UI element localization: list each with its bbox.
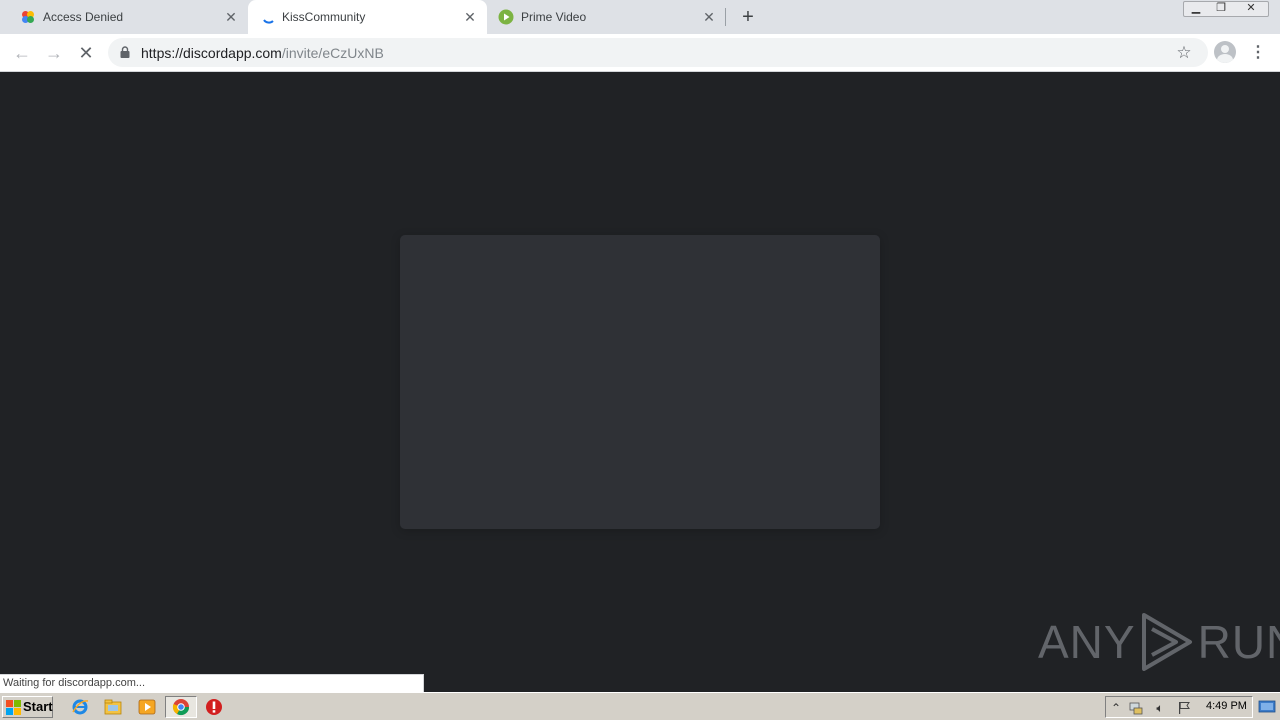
close-tab-icon[interactable]: ✕ <box>462 9 478 25</box>
new-tab-button[interactable]: + <box>737 6 759 28</box>
stop-loading-button[interactable]: ✕ <box>74 41 98 65</box>
avatar-body <box>1217 54 1233 63</box>
bookmark-star-icon[interactable]: ☆ <box>1174 43 1194 63</box>
restore-icon: ❐ <box>1216 2 1226 14</box>
start-button[interactable]: Start <box>2 696 53 718</box>
profile-avatar[interactable] <box>1214 41 1236 63</box>
tab-prime-video[interactable]: Prime Video ✕ <box>487 0 726 34</box>
network-icon[interactable] <box>1128 700 1144 716</box>
restore-button[interactable]: ❐ <box>1208 0 1234 18</box>
address-bar[interactable]: https://discordapp.com/invite/eCzUxNB ☆ <box>108 38 1208 67</box>
tab-kisscommunity[interactable]: KissCommunity ✕ <box>248 0 487 34</box>
url-host: https://discordapp.com <box>141 45 282 61</box>
windows-logo-icon <box>6 700 21 715</box>
play-logo-icon <box>1141 613 1192 671</box>
tab-title: Access Denied <box>43 10 124 24</box>
avatar-head <box>1221 45 1229 53</box>
url-text: https://discordapp.com/invite/eCzUxNB <box>141 45 384 61</box>
clock[interactable]: 4:49 PM <box>1206 700 1247 712</box>
volume-icon[interactable]: 🔈︎ <box>1152 700 1168 716</box>
browser-toolbar: ← → ✕ https://discordapp.com/invite/eCzU… <box>0 34 1280 72</box>
show-desktop-icon[interactable] <box>1258 698 1276 716</box>
taskbar: Start ⌃ 🔈︎ 4:49 PM <box>0 692 1280 720</box>
anyrun-watermark: ANY RUN <box>1038 610 1280 674</box>
watermark-left: ANY <box>1038 616 1136 668</box>
lock-icon <box>120 46 130 58</box>
tab-separator <box>725 8 726 26</box>
tab-title: Prime Video <box>521 10 587 24</box>
minimize-button[interactable]: ▁ <box>1183 0 1209 18</box>
show-hidden-icons-icon[interactable]: ⌃ <box>1108 700 1124 716</box>
chrome-taskbar-button[interactable] <box>165 696 197 718</box>
media-player-icon[interactable] <box>138 698 156 716</box>
tab-strip: Access Denied ✕ KissCommunity ✕ Prime Vi… <box>0 0 1280 34</box>
loading-spinner-icon <box>263 19 274 24</box>
close-tab-icon[interactable]: ✕ <box>223 9 239 25</box>
more-menu-icon[interactable]: ⋮ <box>1248 41 1268 65</box>
tab-title: KissCommunity <box>282 10 366 24</box>
play-circle-icon <box>498 9 514 25</box>
action-center-flag-icon[interactable] <box>1176 700 1192 716</box>
google-photos-icon <box>22 11 34 23</box>
close-icon: ✕ <box>1246 2 1256 14</box>
stop-sign-icon[interactable] <box>205 698 223 716</box>
page-viewport: ANY RUN <box>0 72 1280 692</box>
forward-button[interactable]: → <box>42 41 66 65</box>
url-path: /invite/eCzUxNB <box>281 45 384 61</box>
invite-loading-card <box>400 235 880 529</box>
start-label: Start <box>23 699 53 714</box>
close-tab-icon[interactable]: ✕ <box>701 9 717 25</box>
chrome-icon <box>172 699 190 716</box>
tab-access-denied[interactable]: Access Denied ✕ <box>0 0 248 34</box>
status-bubble: Waiting for discordapp.com... <box>0 674 424 692</box>
file-explorer-icon[interactable] <box>104 698 122 716</box>
internet-explorer-icon[interactable] <box>71 698 89 716</box>
back-button[interactable]: ← <box>10 41 34 65</box>
minimize-icon: ▁ <box>1191 2 1201 14</box>
watermark-right: RUN <box>1197 616 1280 668</box>
close-window-button[interactable]: ✕ <box>1233 0 1269 18</box>
